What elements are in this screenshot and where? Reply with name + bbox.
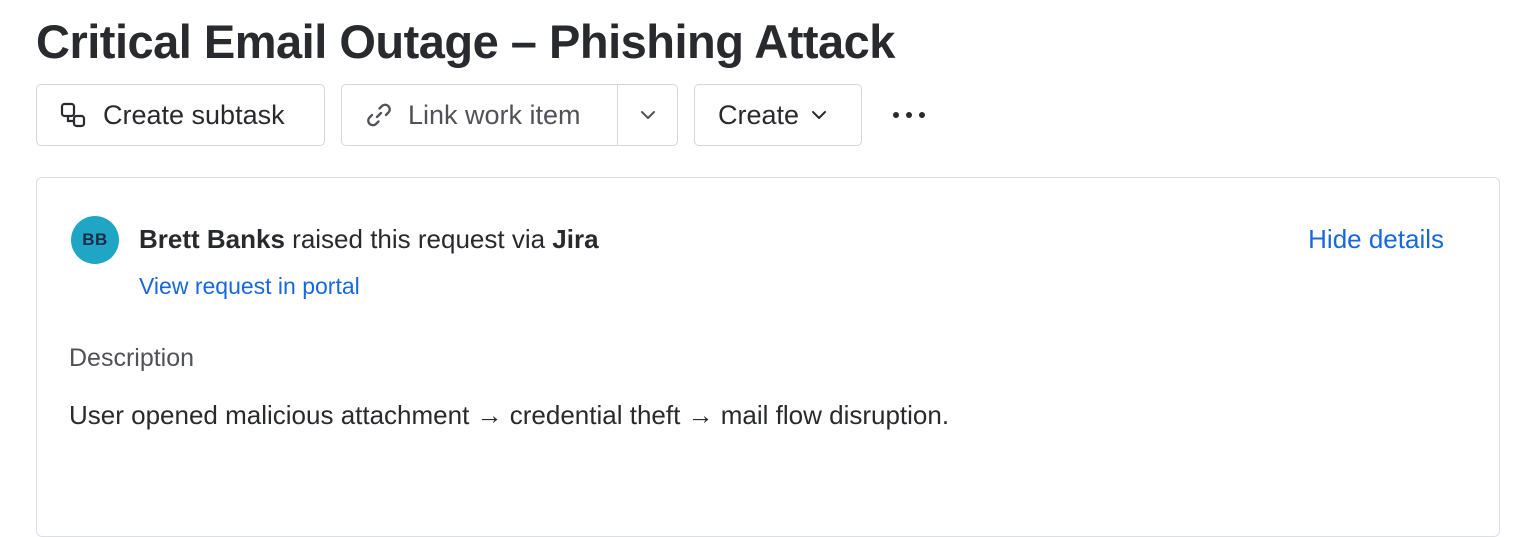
reporter-name[interactable]: Brett Banks (139, 224, 285, 254)
avatar[interactable]: BB (71, 216, 119, 264)
link-work-item-dropdown-button[interactable] (618, 85, 677, 145)
create-label: Create (718, 99, 800, 130)
more-actions-button[interactable] (891, 97, 927, 133)
chevron-down-icon (809, 105, 829, 125)
description-heading: Description (69, 344, 195, 372)
request-channel: Jira (552, 224, 599, 254)
view-request-in-portal-link[interactable]: View request in portal (139, 273, 360, 300)
request-raised-line: Brett Banks raised this request via Jira (139, 224, 599, 255)
link-work-item-button[interactable]: Link work item (342, 85, 618, 145)
create-subtask-label: Create subtask (103, 99, 285, 130)
create-subtask-button[interactable]: Create subtask (36, 84, 325, 146)
more-horizontal-icon (892, 110, 926, 120)
hide-details-button[interactable]: Hide details (1308, 224, 1444, 255)
action-toolbar: Create subtask Link work item Create (36, 84, 927, 146)
subtask-icon (59, 101, 87, 129)
link-icon (364, 100, 394, 130)
description-text[interactable]: User opened malicious attachment → crede… (69, 400, 949, 431)
link-work-item-split-button: Link work item (341, 84, 678, 146)
chevron-down-icon (638, 105, 658, 125)
request-details-panel: BB Brett Banks raised this request via J… (36, 177, 1500, 537)
raised-text: raised this request via (284, 224, 553, 254)
page-title: Critical Email Outage – Phishing Attack (36, 15, 895, 68)
link-work-item-label: Link work item (408, 99, 581, 130)
create-dropdown-button[interactable]: Create (694, 84, 862, 146)
